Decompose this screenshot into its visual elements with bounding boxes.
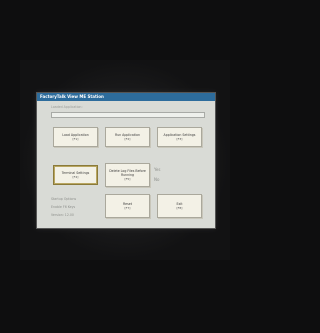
reset-button[interactable]: Reset [F7] — [105, 194, 150, 218]
delete-log-yes-label: Yes — [154, 167, 161, 172]
exit-key: [F8] — [176, 206, 183, 210]
delete-log-yes-toggle[interactable]: Yes — [154, 167, 160, 172]
exit-button[interactable]: Exit [F8] — [157, 194, 202, 218]
terminal-settings-key: [F4] — [72, 175, 79, 179]
application-settings-key: [F3] — [176, 137, 183, 141]
window-titlebar: FactoryTalk View ME Station — [37, 93, 215, 101]
run-application-key: [F2] — [124, 137, 131, 141]
window-title: FactoryTalk View ME Station — [40, 94, 104, 99]
load-application-button[interactable]: Load Application [F1] — [53, 127, 98, 147]
hmi-screen: FactoryTalk View ME Station Loaded Appli… — [36, 92, 216, 229]
terminal-settings-button[interactable]: Terminal Settings [F4] — [53, 165, 98, 185]
loaded-application-field — [51, 112, 205, 118]
enable-keys-text: Enable F6 Keys — [51, 205, 76, 209]
delete-log-files-label: Delete Log Files Before Running — [109, 169, 146, 177]
delete-log-files-button[interactable]: Delete Log Files Before Running [F5] — [105, 163, 150, 187]
delete-log-no-label: No — [154, 177, 160, 182]
application-settings-button[interactable]: Application Settings [F3] — [157, 127, 202, 147]
load-application-key: [F1] — [72, 137, 79, 141]
version-text: Version: 12.00 — [51, 213, 74, 217]
reset-key: [F7] — [124, 206, 131, 210]
run-application-button[interactable]: Run Application [F2] — [105, 127, 150, 147]
delete-log-no-toggle[interactable]: No — [154, 177, 159, 182]
startup-options-text: Startup Options — [51, 197, 77, 201]
loaded-application-label: Loaded Application: — [51, 105, 83, 109]
delete-log-files-key: [F5] — [124, 177, 131, 181]
